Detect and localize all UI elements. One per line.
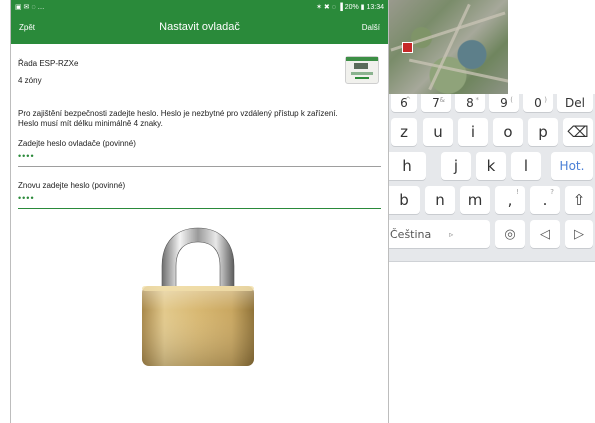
controller-device-image <box>345 56 379 84</box>
language-arrow-icon: ▹ <box>449 229 454 239</box>
language-label: Čeština <box>390 227 432 241</box>
on-screen-keyboard: 6 ^ 7 & 8 * 9( 0) Del z u i o p ⌫ h j k l H… <box>388 94 595 262</box>
shift-icon[interactable]: ⇧ <box>565 186 593 214</box>
status-right-info: ✶ ✖ ◌ ▐ 20% ▮ 13:34 <box>316 4 384 11</box>
status-bar: ▣ ✉ ◌ … ✶ ✖ ◌ ▐ 20% ▮ 13:34 <box>11 0 388 14</box>
status-left-icons: ▣ ✉ ◌ … <box>15 4 45 11</box>
confirm-password-field-container <box>18 190 381 209</box>
main-content: Řada ESP-RZXe 4 zóny Pro zajištění bezpe… <box>11 44 388 213</box>
key-b[interactable]: b <box>388 186 420 214</box>
app-bar: Zpět Nastavit ovladač Další <box>11 14 388 44</box>
arrow-right-icon[interactable]: ▷ <box>565 220 593 248</box>
next-button[interactable]: Další <box>362 23 380 32</box>
key-p[interactable]: p <box>528 118 558 146</box>
phone-screen: ▣ ✉ ◌ … ✶ ✖ ◌ ▐ 20% ▮ 13:34 Zpět Nastavi… <box>11 0 388 423</box>
key-comma[interactable]: ,! <box>495 186 525 214</box>
key-z[interactable]: z <box>391 118 417 146</box>
confirm-password-input[interactable] <box>18 190 381 206</box>
password-field-container <box>18 148 381 167</box>
controller-series: Řada ESP-RZXe <box>18 59 79 68</box>
key-6[interactable]: 6 ^ <box>391 94 417 112</box>
globe-icon[interactable]: ◎ <box>495 220 525 248</box>
key-j[interactable]: j <box>441 152 471 180</box>
arrow-left-icon[interactable]: ◁ <box>530 220 560 248</box>
info-line-2: Heslo musí mít délku minimálně 4 znaky. <box>18 119 163 128</box>
padlock-image <box>142 227 254 366</box>
key-del[interactable]: Del <box>557 94 593 112</box>
key-u[interactable]: u <box>423 118 453 146</box>
controller-zones: 4 zóny <box>18 76 42 85</box>
password-info-text: Pro zajištění bezpečnosti zadejte heslo.… <box>18 109 381 129</box>
key-7[interactable]: 7 & <box>421 94 451 112</box>
map-marker-icon <box>402 42 413 53</box>
key-o[interactable]: o <box>493 118 523 146</box>
confirm-password-label: Znovu zadejte heslo (povinné) <box>18 181 126 190</box>
key-h[interactable]: h <box>388 152 426 180</box>
key-k[interactable]: k <box>476 152 506 180</box>
language-key[interactable]: Čeština ▹ <box>388 220 490 248</box>
key-9[interactable]: 9( <box>489 94 519 112</box>
password-input[interactable] <box>18 148 381 164</box>
aerial-map-image <box>388 0 508 94</box>
key-n[interactable]: n <box>425 186 455 214</box>
key-8[interactable]: 8 * <box>455 94 485 112</box>
key-0[interactable]: 0) <box>523 94 553 112</box>
key-hot[interactable]: Hot. <box>551 152 593 180</box>
page-title: Nastavit ovladač <box>159 21 240 33</box>
key-i[interactable]: i <box>458 118 488 146</box>
backspace-icon[interactable]: ⌫ <box>563 118 593 146</box>
key-period[interactable]: .? <box>530 186 560 214</box>
info-line-1: Pro zajištění bezpečnosti zadejte heslo.… <box>18 109 338 118</box>
password-label: Zadejte heslo ovladače (povinné) <box>18 139 136 148</box>
key-l[interactable]: l <box>511 152 541 180</box>
key-m[interactable]: m <box>460 186 490 214</box>
